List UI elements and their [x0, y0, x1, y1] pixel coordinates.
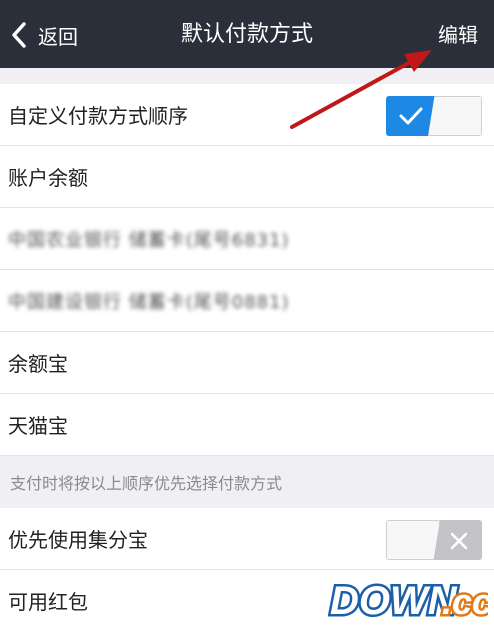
tmallbao-label: 天猫宝 — [8, 414, 68, 438]
check-icon — [398, 104, 424, 128]
edit-button[interactable]: 编辑 — [438, 18, 478, 52]
watermark-suffix: .cc — [442, 581, 488, 622]
chevron-left-icon — [10, 20, 32, 50]
toggle-knob — [386, 520, 440, 560]
payment-row-ccb-bank[interactable]: 中国建设银行 储蓄卡(尾号0881) — [0, 270, 494, 332]
custom-order-row: 自定义付款方式顺序 — [0, 84, 494, 146]
abc-bank-label: 中国农业银行 储蓄卡(尾号6831) — [8, 229, 290, 251]
payment-row-abc-bank[interactable]: 中国农业银行 储蓄卡(尾号6831) — [0, 208, 494, 270]
watermark-text: DOWN — [330, 579, 458, 623]
down-cc-watermark: DOWN .cc — [328, 577, 488, 625]
payment-row-tmallbao[interactable]: 天猫宝 — [0, 394, 494, 456]
back-label: 返回 — [38, 24, 78, 49]
screen: 返回 默认付款方式 编辑 自定义付款方式顺序 账户余额 中国农业银行 储蓄卡(尾… — [0, 0, 494, 628]
toggle-knob — [428, 96, 482, 136]
back-button[interactable]: 返回 — [10, 18, 78, 52]
nav-bar: 返回 默认付款方式 编辑 — [0, 0, 494, 68]
jifenbao-row: 优先使用集分宝 — [0, 508, 494, 570]
payment-row-balance[interactable]: 账户余额 — [0, 146, 494, 208]
yuebao-label: 余额宝 — [8, 352, 68, 376]
close-icon — [450, 531, 468, 550]
order-hint: 支付时将按以上顺序优先选择付款方式 — [10, 474, 283, 493]
jifenbao-toggle[interactable] — [386, 520, 482, 560]
payment-row-yuebao[interactable]: 余额宝 — [0, 332, 494, 394]
ccb-bank-label: 中国建设银行 储蓄卡(尾号0881) — [8, 291, 290, 313]
balance-label: 账户余额 — [8, 166, 88, 190]
custom-order-toggle[interactable] — [386, 96, 482, 136]
